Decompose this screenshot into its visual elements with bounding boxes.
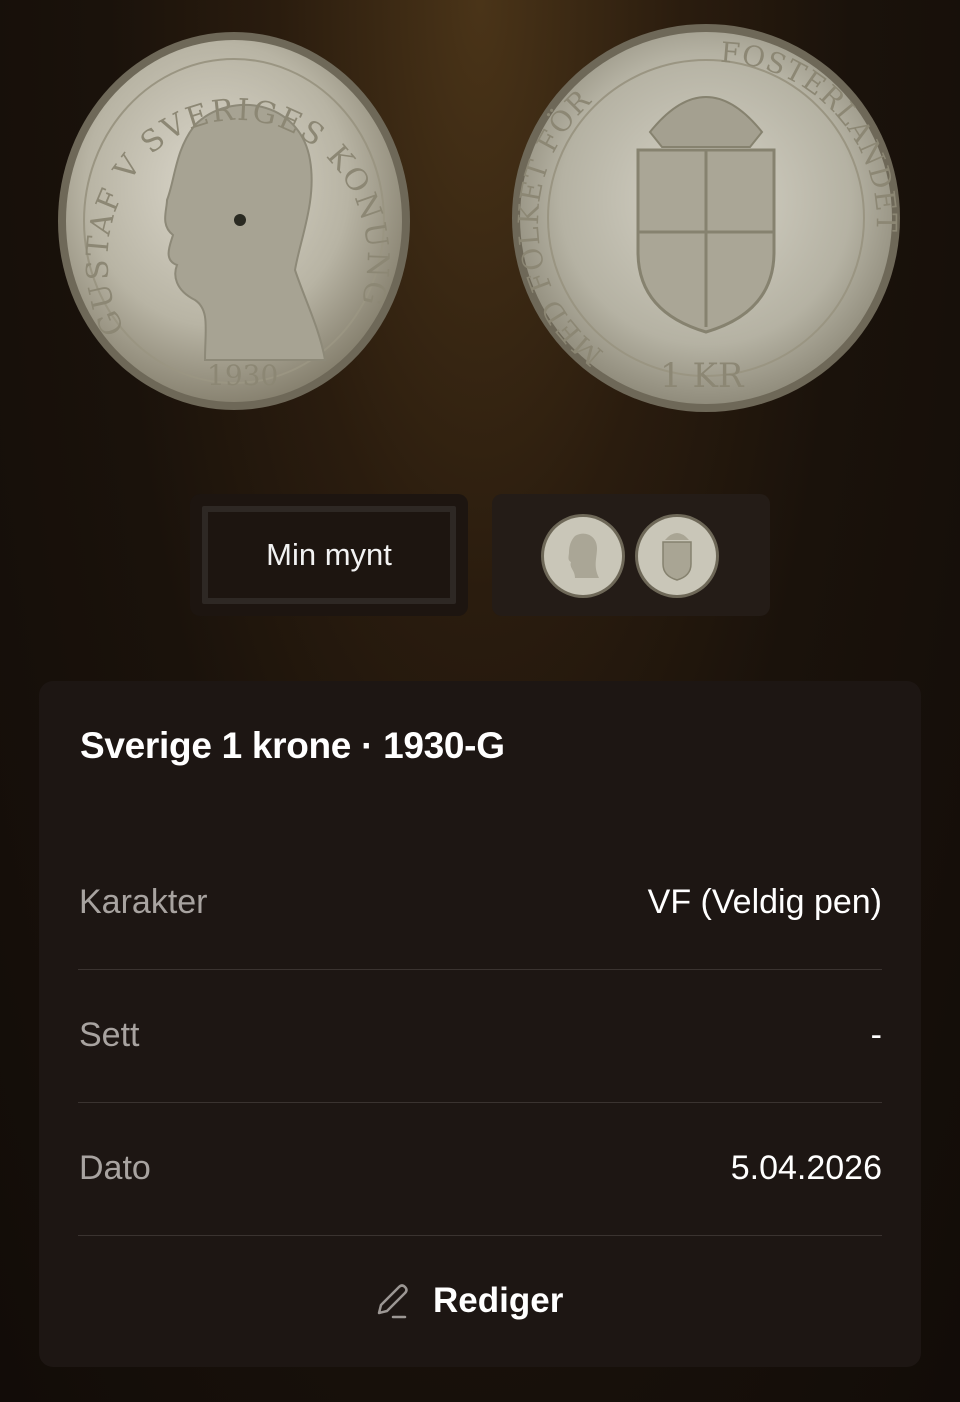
thumbnail-obverse[interactable] — [541, 514, 625, 598]
reverse-value-text: 1 KR — [660, 356, 745, 396]
tab-reference-images[interactable] — [492, 494, 770, 616]
pencil-icon — [377, 1284, 408, 1319]
coin-title: Sverige 1 krone · 1930-G — [80, 725, 505, 766]
obverse-year-text: 1930 — [207, 359, 278, 392]
edit-button[interactable]: Rediger — [369, 1271, 563, 1331]
grade-value: VF (Veldig pen) — [647, 883, 882, 921]
tab-my-coin[interactable]: Min mynt — [190, 494, 468, 616]
coin-details-card: Sverige 1 krone · 1930-G Karakter VF (Ve… — [39, 681, 921, 1367]
edit-button-label: Rediger — [433, 1281, 564, 1320]
thumbnail-reverse[interactable] — [635, 514, 719, 598]
view-mode-tabs: Min mynt — [190, 494, 770, 616]
date-label: Dato — [79, 1149, 151, 1187]
tab-my-coin-label: Min mynt — [266, 537, 392, 572]
detail-row-date: Dato 5.04.2026 — [78, 1103, 882, 1236]
coin-obverse-image[interactable]: GUSTAF V SVERIGES KONUNG 1930 — [55, 30, 413, 412]
date-value: 5.04.2026 — [730, 1149, 882, 1187]
detail-row-set: Sett - — [78, 970, 882, 1103]
set-value: - — [870, 1016, 882, 1054]
grade-label: Karakter — [79, 883, 208, 921]
coin-reverse-image[interactable]: MED FOLKET FÖR FOSTERLANDET 1 KR — [510, 22, 902, 414]
set-label: Sett — [79, 1016, 140, 1054]
detail-row-grade: Karakter VF (Veldig pen) — [78, 837, 882, 970]
